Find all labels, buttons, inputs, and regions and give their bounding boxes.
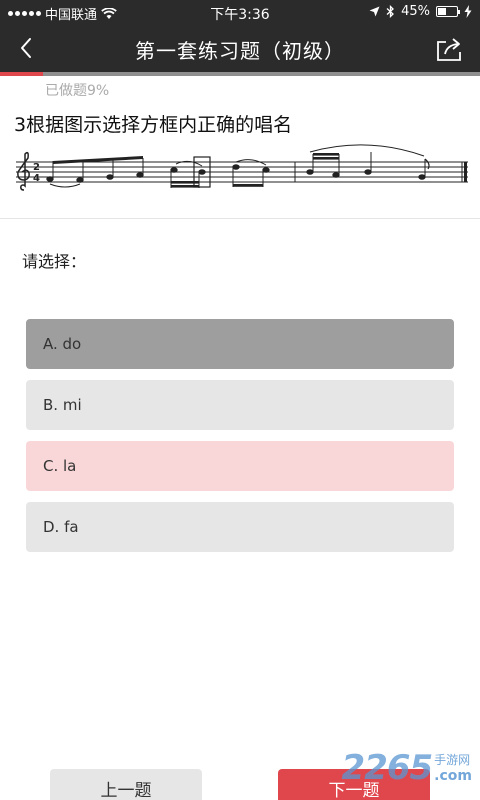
watermark-en: .com <box>434 768 472 784</box>
nav-bar: 第一套练习题（初级） <box>0 24 480 72</box>
option-d[interactable]: D. fa <box>26 502 454 552</box>
option-a[interactable]: A. do <box>26 319 454 369</box>
status-right: 45% <box>369 4 472 19</box>
status-bar: 中国联通 下午3:36 45% <box>0 0 480 24</box>
question-text: 3根据图示选择方框内正确的唱名 <box>14 114 293 136</box>
music-score-image: 2 4 <box>16 144 468 191</box>
share-icon[interactable] <box>436 36 464 62</box>
option-b[interactable]: B. mi <box>26 380 454 430</box>
location-icon <box>369 6 380 17</box>
watermark-number: 2265 <box>341 748 434 788</box>
watermark-logo: 2265 手游网 .com <box>342 748 472 788</box>
select-label: 请选择： <box>22 252 87 271</box>
divider <box>0 218 480 219</box>
progress-text: 已做题9% <box>45 83 110 99</box>
page-title: 第一套练习题（初级） <box>135 39 345 63</box>
time-signature-bottom: 4 <box>33 173 40 184</box>
battery-percent: 45% <box>401 4 430 19</box>
prev-question-button[interactable]: 上一题 <box>50 769 202 800</box>
progress-bar <box>0 72 480 76</box>
battery-icon <box>436 6 460 17</box>
time-signature-top: 2 <box>33 162 40 173</box>
bluetooth-icon <box>386 5 395 18</box>
option-c[interactable]: C. la <box>26 441 454 491</box>
progress-bar-fill <box>0 72 44 76</box>
charging-icon <box>464 5 472 18</box>
watermark-cn: 手游网 <box>434 753 471 767</box>
